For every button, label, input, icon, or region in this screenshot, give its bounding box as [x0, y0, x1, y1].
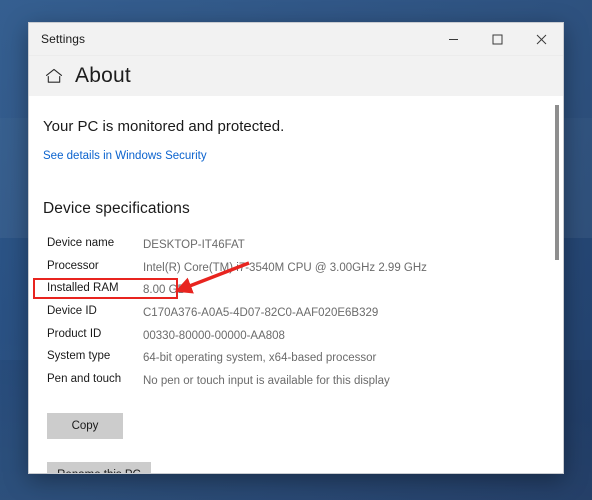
desktop-background: Settings About Your PC is monitored and … [0, 0, 592, 500]
table-row: System type 64-bit operating system, x64… [43, 347, 443, 370]
spec-value: DESKTOP-IT46FAT [143, 239, 245, 251]
protection-status-text: Your PC is monitored and protected. [43, 118, 285, 135]
table-row: Processor Intel(R) Core(TM) i7-3540M CPU… [43, 257, 443, 280]
spec-label: Installed RAM [47, 282, 119, 295]
window-titlebar[interactable]: Settings [29, 23, 563, 56]
window-controls [431, 23, 563, 55]
spec-label: Device name [47, 237, 115, 249]
settings-content: Your PC is monitored and protected. See … [29, 96, 563, 473]
table-row-installed-ram: Installed RAM 8.00 GB [43, 279, 443, 302]
table-row: Device name DESKTOP-IT46FAT [43, 234, 443, 257]
minimize-button[interactable] [431, 23, 475, 55]
spec-label: Processor [47, 259, 99, 272]
spec-value: No pen or touch input is available for t… [143, 375, 390, 388]
spec-label: Device ID [47, 305, 97, 318]
home-icon[interactable] [43, 65, 65, 87]
maximize-button[interactable] [475, 23, 519, 55]
close-icon [536, 34, 546, 44]
table-row: Product ID 00330-80000-00000-AA808 [43, 325, 443, 348]
page-title: About [75, 64, 131, 87]
copy-button-row: Copy [43, 393, 563, 439]
rename-button-row: Rename this PC [43, 439, 563, 473]
spec-label: System type [47, 350, 111, 363]
window-title: Settings [41, 32, 86, 46]
settings-window: Settings About Your PC is monitored and … [28, 22, 564, 474]
spec-label: Pen and touch [47, 373, 122, 386]
spec-rows: Device name DESKTOP-IT46FAT Processor In… [43, 234, 443, 393]
spec-label: Product ID [47, 327, 102, 340]
close-button[interactable] [519, 23, 563, 55]
page-header: About [29, 56, 563, 96]
rename-this-pc-button[interactable]: Rename this PC [47, 461, 151, 473]
table-row: Device ID C170A376-A0A5-4D07-82C0-AAF020… [43, 302, 443, 325]
table-row: Pen and touch No pen or touch input is a… [43, 370, 443, 393]
maximize-icon [492, 34, 502, 44]
minimize-icon [448, 38, 458, 40]
windows-security-link[interactable]: See details in Windows Security [43, 150, 207, 162]
spec-value: 64-bit operating system, x64-based proce… [143, 352, 377, 365]
spec-value: 8.00 GB [143, 284, 186, 297]
spec-value: Intel(R) Core(TM) i7-3540M CPU @ 3.00GHz… [143, 261, 427, 274]
spec-value: 00330-80000-00000-AA808 [143, 329, 285, 342]
home-icon-glyph [45, 68, 63, 83]
spec-value: C170A376-A0A5-4D07-82C0-AAF020E6B329 [143, 307, 379, 320]
device-specifications-heading: Device specifications [43, 200, 190, 217]
vertical-scrollbar-thumb[interactable] [555, 105, 559, 260]
device-specifications-table: Device name DESKTOP-IT46FAT Processor In… [43, 234, 443, 393]
copy-button[interactable]: Copy [47, 412, 123, 439]
